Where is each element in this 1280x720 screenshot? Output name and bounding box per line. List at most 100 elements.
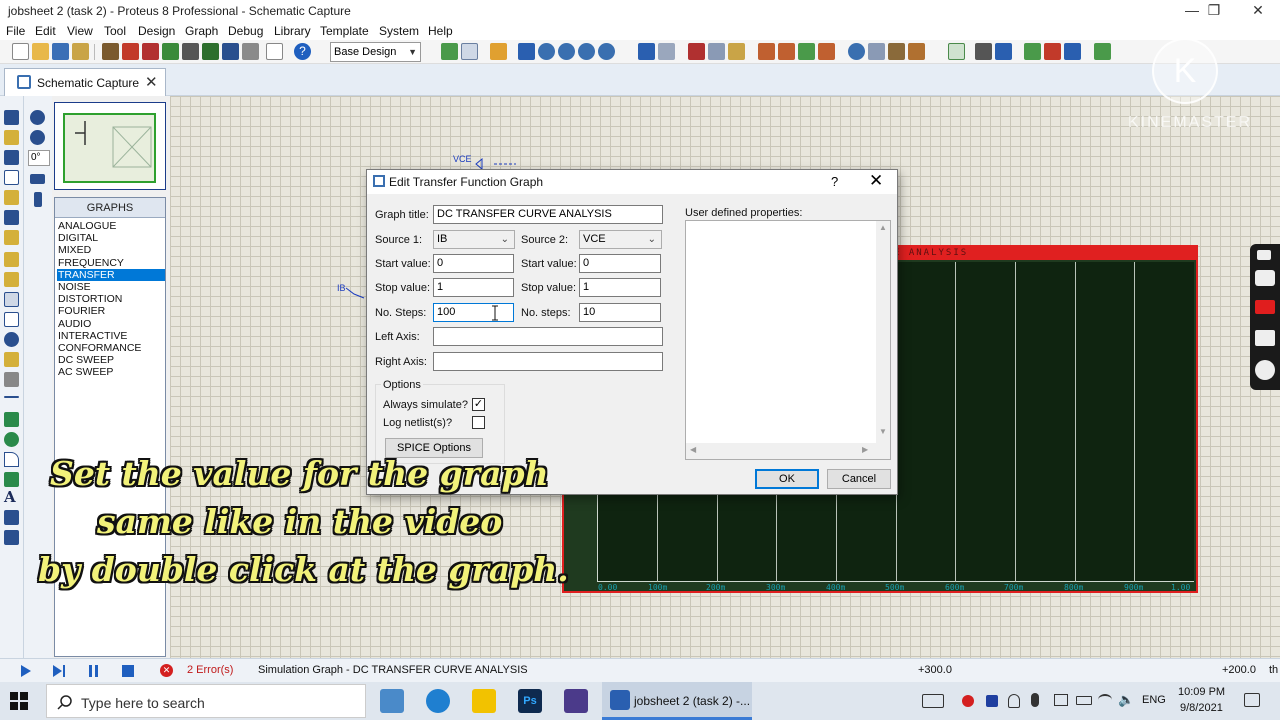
list-item-digital[interactable]: DIGITAL bbox=[57, 232, 165, 244]
maximize-button[interactable]: ❐ bbox=[1192, 0, 1236, 22]
error-count[interactable]: 2 Error(s) bbox=[187, 664, 233, 676]
menu-debug[interactable]: Debug bbox=[228, 24, 263, 38]
overview-window[interactable] bbox=[54, 102, 166, 190]
virtual-instruments-icon[interactable] bbox=[4, 372, 19, 387]
list-item-interactive[interactable]: INTERACTIVE bbox=[57, 330, 165, 342]
terminals-icon[interactable] bbox=[4, 252, 19, 267]
notifications-icon[interactable] bbox=[1244, 693, 1260, 707]
source2-select[interactable]: VCE ⌄ bbox=[579, 230, 662, 249]
record-icon[interactable] bbox=[1255, 300, 1275, 314]
generator-icon[interactable] bbox=[4, 332, 19, 347]
stop-icon[interactable] bbox=[121, 664, 135, 678]
refresh-icon[interactable] bbox=[441, 43, 458, 60]
decompose-icon[interactable] bbox=[908, 43, 925, 60]
junction-dot-icon[interactable] bbox=[4, 150, 19, 165]
camera-icon[interactable] bbox=[1255, 270, 1275, 286]
box-icon[interactable] bbox=[4, 412, 19, 427]
mirror-x-icon[interactable] bbox=[30, 174, 45, 184]
list-item-ac-sweep[interactable]: AC SWEEP bbox=[57, 366, 165, 378]
tab-schematic-capture[interactable]: Schematic Capture ✕ bbox=[4, 68, 166, 96]
stop-value-field-2[interactable]: 1 bbox=[579, 278, 661, 297]
origin-icon[interactable] bbox=[490, 43, 507, 60]
app-icon-explorer-tool[interactable] bbox=[380, 689, 404, 713]
path-icon[interactable] bbox=[4, 472, 19, 487]
3d-view-icon[interactable] bbox=[182, 43, 199, 60]
grid-icon[interactable] bbox=[461, 43, 478, 60]
language-indicator[interactable]: ENG bbox=[1142, 694, 1166, 706]
stop-value-field-1[interactable]: 1 bbox=[433, 278, 514, 297]
menu-help[interactable]: Help bbox=[428, 24, 453, 38]
pick-parts-icon[interactable] bbox=[848, 43, 865, 60]
document-icon[interactable] bbox=[266, 43, 283, 60]
menu-template[interactable]: Template bbox=[320, 24, 369, 38]
list-item-distortion[interactable]: DISTORTION bbox=[57, 293, 165, 305]
list-item-transfer[interactable]: TRANSFER bbox=[57, 268, 165, 281]
windows-start-icon[interactable] bbox=[10, 692, 28, 710]
wifi-icon[interactable] bbox=[1098, 694, 1112, 706]
symbol-icon[interactable] bbox=[4, 510, 19, 525]
menu-system[interactable]: System bbox=[379, 24, 419, 38]
horizontal-scrollbar[interactable]: ◀ ▶ bbox=[686, 443, 890, 459]
make-device-icon[interactable] bbox=[868, 43, 885, 60]
zoom-all-icon[interactable] bbox=[578, 43, 595, 60]
play-icon[interactable] bbox=[20, 664, 32, 678]
list-item-analogue[interactable]: ANALOGUE bbox=[57, 220, 165, 232]
zoom-out-icon[interactable] bbox=[558, 43, 575, 60]
record-status-icon[interactable] bbox=[962, 695, 974, 707]
marker-icon[interactable] bbox=[4, 530, 19, 545]
close-window-button[interactable]: ✕ bbox=[1236, 0, 1280, 22]
taskbar-search-box[interactable]: Type here to search bbox=[46, 684, 366, 718]
text-script-icon[interactable] bbox=[4, 190, 19, 205]
rotate-clockwise-icon[interactable] bbox=[30, 110, 45, 125]
open-folder-icon[interactable] bbox=[32, 43, 49, 60]
block-copy-icon[interactable] bbox=[758, 43, 775, 60]
remove-sheet-icon[interactable] bbox=[1044, 43, 1061, 60]
expand-icon[interactable] bbox=[1257, 250, 1271, 260]
source1-select[interactable]: IB ⌄ bbox=[433, 230, 515, 249]
source-code-icon[interactable] bbox=[222, 43, 239, 60]
mirror-y-icon[interactable] bbox=[34, 192, 42, 207]
menu-tool[interactable]: Tool bbox=[104, 24, 126, 38]
list-item-dc-sweep[interactable]: DC SWEEP bbox=[57, 354, 165, 366]
list-item-frequency[interactable]: FREQUENCY bbox=[57, 257, 165, 269]
user-properties-textarea[interactable]: ▲ ▼ ◀ ▶ bbox=[685, 220, 891, 460]
graph-title-field[interactable]: DC TRANSFER CURVE ANALYSIS bbox=[433, 205, 663, 224]
start-value-field-2[interactable]: 0 bbox=[579, 254, 661, 273]
import-icon[interactable] bbox=[72, 43, 89, 60]
right-axis-field[interactable] bbox=[433, 352, 663, 371]
line-icon[interactable] bbox=[4, 396, 19, 398]
log-netlist-checkbox[interactable] bbox=[472, 416, 485, 429]
probe-icon[interactable] bbox=[4, 352, 19, 367]
always-simulate-checkbox[interactable]: ✓ bbox=[472, 398, 485, 411]
gerber-icon[interactable] bbox=[162, 43, 179, 60]
menu-design[interactable]: Design bbox=[138, 24, 175, 38]
close-tab-icon[interactable]: ✕ bbox=[145, 73, 158, 91]
menu-file[interactable]: File bbox=[6, 24, 25, 38]
wire-autorouter-icon[interactable] bbox=[948, 43, 965, 60]
bom-icon[interactable] bbox=[202, 43, 219, 60]
cut-icon[interactable] bbox=[688, 43, 705, 60]
ok-button[interactable]: OK bbox=[755, 469, 819, 489]
scroll-right-icon[interactable]: ▶ bbox=[862, 445, 868, 454]
paste-icon[interactable] bbox=[728, 43, 745, 60]
design-select[interactable]: Base Design ▼ bbox=[330, 42, 421, 62]
menu-graph[interactable]: Graph bbox=[185, 24, 218, 38]
list-item-noise[interactable]: NOISE bbox=[57, 281, 165, 293]
search-icon[interactable] bbox=[975, 43, 992, 60]
vpn-shield-icon[interactable] bbox=[986, 695, 998, 707]
text-icon[interactable]: A bbox=[4, 490, 19, 505]
graph-mode-icon[interactable] bbox=[4, 292, 19, 307]
zoom-area-icon[interactable] bbox=[598, 43, 615, 60]
steps-field-1[interactable]: 100 bbox=[433, 303, 514, 322]
packaging-tool-icon[interactable] bbox=[888, 43, 905, 60]
edge-browser-icon[interactable] bbox=[426, 689, 450, 713]
property-assignment-icon[interactable] bbox=[995, 43, 1012, 60]
scroll-up-icon[interactable]: ▲ bbox=[879, 223, 887, 232]
display-icon[interactable] bbox=[922, 694, 944, 708]
list-item-mixed[interactable]: MIXED bbox=[57, 244, 165, 256]
redo-icon[interactable] bbox=[658, 43, 675, 60]
list-item-conformance[interactable]: CONFORMANCE bbox=[57, 342, 165, 354]
vertical-scrollbar[interactable]: ▲ ▼ bbox=[876, 221, 890, 443]
block-rotate-icon[interactable] bbox=[798, 43, 815, 60]
copy-icon[interactable] bbox=[708, 43, 725, 60]
